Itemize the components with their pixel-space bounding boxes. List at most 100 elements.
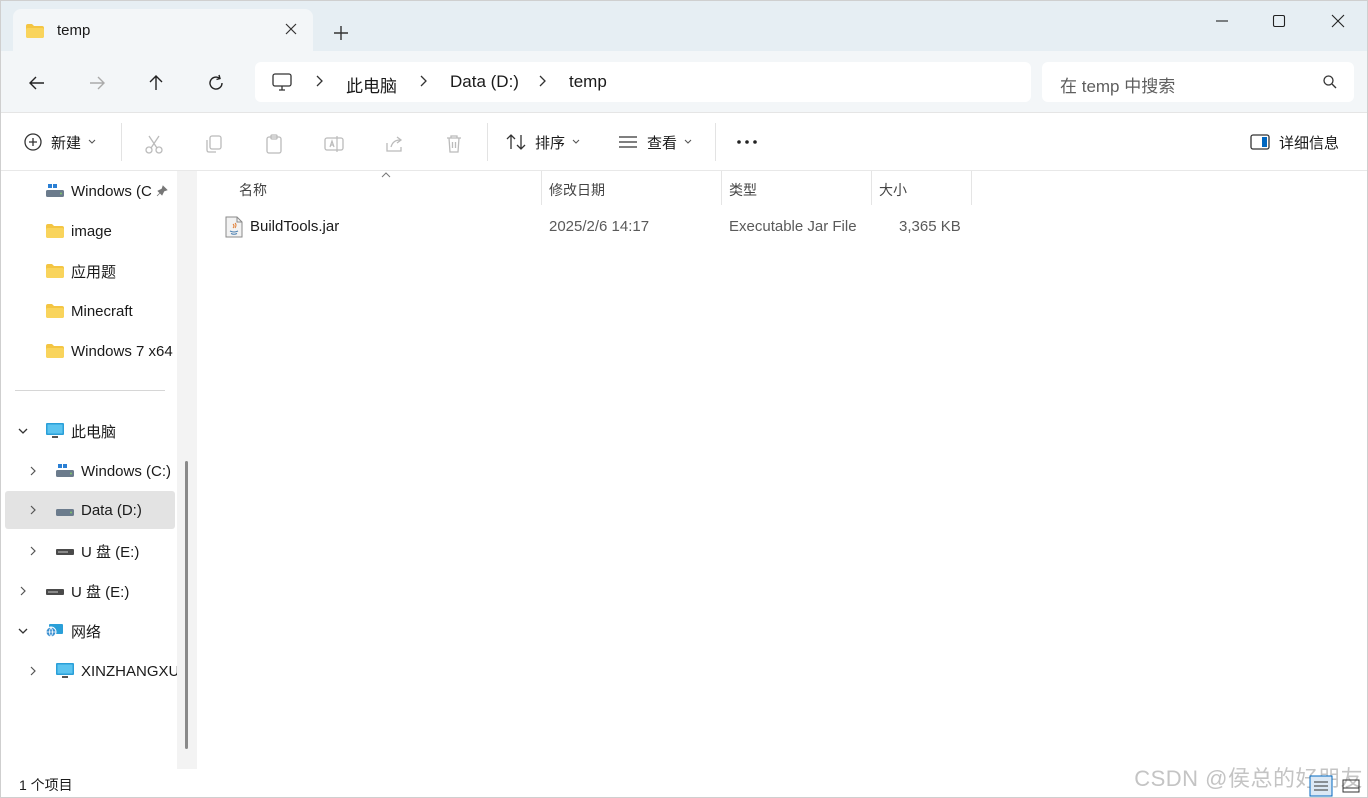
file-list: 名称 修改日期 类型 大小 BuildTools.jar 2025/2/6 14…	[197, 171, 1367, 769]
details-pane-button[interactable]: 详细信息	[1249, 127, 1339, 157]
sidebar-item-windows7[interactable]: Windows 7 x64	[45, 332, 177, 370]
chevron-right-icon[interactable]	[27, 465, 39, 477]
column-header-type[interactable]: 类型	[729, 171, 757, 205]
new-tab-icon[interactable]	[329, 21, 353, 45]
file-explorer-window: temp 此电脑 Data (D:) temp 在 temp 中搜索 新建 排序…	[0, 0, 1368, 798]
network-icon	[45, 624, 63, 638]
chevron-right-icon[interactable]	[27, 504, 39, 516]
back-button[interactable]	[23, 69, 51, 97]
breadcrumb-this-pc[interactable]: 此电脑	[346, 72, 397, 97]
toolbar-divider	[487, 123, 488, 161]
title-bar: temp	[1, 1, 1367, 51]
sidebar-scrollbar-thumb[interactable]	[185, 461, 188, 749]
column-divider[interactable]	[541, 171, 542, 205]
sort-icon	[506, 134, 526, 150]
chevron-right-icon	[316, 75, 323, 87]
tab-temp[interactable]: temp	[13, 9, 313, 51]
folder-icon	[46, 264, 64, 278]
forward-button[interactable]	[83, 69, 111, 97]
chevron-right-icon[interactable]	[27, 545, 39, 557]
maximize-button[interactable]	[1264, 9, 1294, 33]
search-box[interactable]: 在 temp 中搜索	[1042, 62, 1354, 102]
chevron-right-icon[interactable]	[27, 665, 39, 677]
sidebar-item-network[interactable]: 网络	[45, 612, 175, 650]
chevron-right-icon	[539, 75, 546, 87]
chevron-right-icon[interactable]	[17, 585, 29, 597]
java-jar-icon	[225, 216, 243, 238]
file-date: 2025/2/6 14:17	[549, 218, 650, 235]
details-label: 详细信息	[1279, 134, 1340, 152]
new-button[interactable]: 新建	[23, 127, 97, 157]
close-window-button[interactable]	[1323, 9, 1353, 33]
folder-icon	[46, 344, 64, 358]
up-button[interactable]	[142, 69, 170, 97]
sidebar-item-xinzhangxu[interactable]: XINZHANGXU	[55, 652, 177, 690]
folder-icon	[26, 24, 44, 38]
details-view-icon[interactable]	[1309, 775, 1333, 797]
column-header-date[interactable]: 修改日期	[549, 171, 605, 205]
sidebar-item-windows-c-pinned[interactable]: Windows (C	[45, 172, 175, 210]
minimize-button[interactable]	[1207, 9, 1237, 33]
sidebar-item-label: image	[71, 222, 112, 240]
search-icon	[1323, 75, 1337, 89]
paste-icon[interactable]	[263, 133, 285, 155]
folder-icon	[46, 224, 64, 238]
column-divider[interactable]	[971, 171, 972, 205]
sidebar-scrollbar[interactable]	[177, 171, 197, 769]
column-divider[interactable]	[721, 171, 722, 205]
sidebar-item-data-d[interactable]: Data (D:)	[5, 491, 175, 529]
drive-icon	[46, 184, 64, 197]
folder-icon	[46, 304, 64, 318]
sidebar-item-label: Windows (C	[71, 182, 152, 200]
more-options-button[interactable]	[735, 127, 759, 157]
close-tab-icon[interactable]	[283, 21, 299, 37]
sidebar-item-image[interactable]: image	[45, 212, 175, 250]
chevron-down-icon	[684, 139, 692, 144]
item-count: 1 个项目	[19, 777, 73, 793]
chevron-down-icon[interactable]	[17, 625, 29, 637]
file-name: BuildTools.jar	[250, 218, 340, 235]
sidebar-item-minecraft[interactable]: Minecraft	[45, 292, 175, 330]
view-label: 查看	[647, 134, 678, 152]
computer-icon	[56, 663, 74, 678]
chevron-down-icon	[572, 139, 580, 144]
breadcrumb-data-drive[interactable]: Data (D:)	[450, 72, 519, 92]
sidebar-item-label: U 盘 (E:)	[81, 543, 140, 561]
computer-icon	[46, 423, 64, 438]
column-header-name[interactable]: 名称	[239, 171, 267, 205]
cut-icon[interactable]	[143, 133, 165, 155]
tiles-view-icon[interactable]	[1339, 775, 1363, 797]
up-arrow-icon	[149, 75, 163, 90]
sort-button[interactable]: 排序	[505, 127, 581, 157]
copy-icon[interactable]	[203, 133, 225, 155]
breadcrumb-temp[interactable]: temp	[569, 72, 607, 92]
column-header-size[interactable]: 大小	[879, 171, 907, 205]
more-icon	[737, 140, 757, 144]
plus-circle-icon	[24, 133, 42, 151]
close-icon	[1331, 14, 1345, 28]
sidebar-item-windows-c[interactable]: Windows (C:)	[55, 452, 177, 490]
column-divider[interactable]	[871, 171, 872, 205]
maximize-icon	[1272, 14, 1286, 28]
file-row[interactable]: BuildTools.jar 2025/2/6 14:17 Executable…	[215, 209, 975, 245]
pin-icon[interactable]	[156, 185, 168, 197]
view-button[interactable]: 查看	[617, 127, 693, 157]
search-placeholder: 在 temp 中搜索	[1060, 77, 1176, 96]
sidebar-item-usb-e-nested[interactable]: U 盘 (E:)	[55, 532, 177, 570]
delete-icon[interactable]	[443, 133, 465, 155]
sidebar-item-label: 此电脑	[71, 423, 117, 441]
address-bar[interactable]: 此电脑 Data (D:) temp	[255, 62, 1031, 102]
refresh-button[interactable]	[202, 69, 230, 97]
sidebar-item-label: XINZHANGXU	[81, 662, 177, 680]
chevron-down-icon[interactable]	[17, 425, 29, 437]
refresh-icon	[209, 74, 223, 90]
view-list-icon	[619, 136, 637, 148]
sidebar-item-label: 应用题	[71, 263, 117, 281]
sidebar-item-label: Data (D:)	[81, 501, 142, 519]
sort-label: 排序	[535, 134, 566, 152]
sidebar-item-usb-e[interactable]: U 盘 (E:)	[45, 572, 175, 610]
rename-icon[interactable]	[323, 133, 345, 155]
sidebar-item-yingyongti[interactable]: 应用题	[45, 252, 175, 290]
share-icon[interactable]	[383, 133, 405, 155]
sidebar-item-this-pc[interactable]: 此电脑	[45, 412, 175, 450]
